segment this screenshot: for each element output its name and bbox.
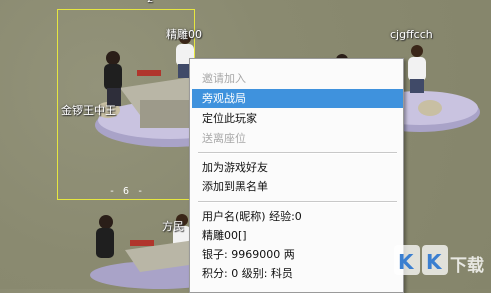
- table-number-label: - 6 -: [109, 186, 145, 197]
- player-name-right-table[interactable]: cjgffcch: [390, 28, 433, 41]
- player-name-top[interactable]: 精雕00: [166, 26, 202, 42]
- player-info-name: 精雕00[]: [202, 229, 247, 242]
- menu-item-add-blacklist[interactable]: 添加到黑名单: [202, 178, 268, 195]
- menu-item-watch-game[interactable]: 旁观战局: [202, 90, 246, 107]
- player-info-score-level: 积分: 0 级别: 科员: [202, 267, 293, 280]
- menu-separator-1: [198, 152, 397, 154]
- player-info-silver: 银子: 9969000 两: [202, 248, 295, 261]
- svg-text:K: K: [398, 250, 415, 274]
- player-context-menu: 邀请加入 旁观战局 定位此玩家 送离座位 加为游戏好友 添加到黑名单 用户名(昵…: [189, 58, 404, 293]
- menu-item-add-friend[interactable]: 加为游戏好友: [202, 159, 268, 176]
- menu-item-locate-player[interactable]: 定位此玩家: [202, 110, 257, 127]
- svg-text:下载: 下载: [450, 255, 484, 276]
- svg-text:K: K: [426, 250, 443, 274]
- player-info-header: 用户名(昵称) 经验:0: [202, 210, 302, 223]
- menu-item-send-away: 送离座位: [202, 132, 246, 145]
- menu-separator-2: [198, 201, 397, 203]
- player-name-left[interactable]: 金锣王中王: [61, 102, 116, 118]
- menu-item-invite: 邀请加入: [202, 72, 246, 85]
- player-name-bottom-table[interactable]: 方民: [162, 218, 184, 234]
- kk-download-logo: K K 下载: [394, 245, 484, 276]
